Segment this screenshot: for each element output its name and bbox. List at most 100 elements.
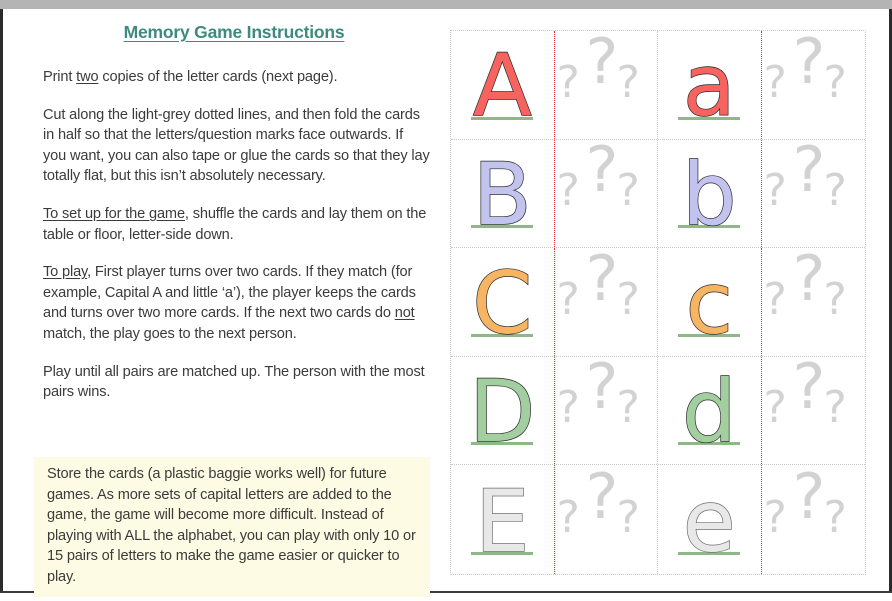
question-mark-cluster: ? ? ?	[762, 357, 866, 449]
card-back-capital[interactable]: ? ? ?	[555, 465, 658, 574]
instructions-column: Memory Game Instructions Print two copie…	[30, 22, 430, 597]
card-row: A ? ? ? a ? ? ?	[451, 31, 865, 140]
card-grid-cut-border: A ? ? ? a ? ? ? B ? ? ? b ? ? ? C ? ? ? …	[450, 30, 866, 575]
question-mark-icon-left: ?	[763, 165, 787, 217]
question-mark-cluster: ? ? ?	[555, 248, 658, 340]
capital-letter-glyph: E	[451, 465, 554, 574]
card-front-lowercase[interactable]: c	[658, 248, 762, 356]
question-mark-icon-right: ?	[616, 56, 640, 108]
card-front-capital[interactable]: B	[451, 139, 555, 248]
lowercase-letter-c: c	[685, 253, 734, 354]
page-edge-top	[0, 0, 892, 9]
capital-letter-E: E	[474, 471, 530, 572]
capital-letter-glyph: D	[451, 357, 554, 465]
card-row: C ? ? ? c ? ? ?	[451, 248, 865, 357]
lowercase-letter-a: a	[682, 36, 736, 137]
card-back-capital[interactable]: ? ? ?	[555, 248, 658, 356]
lowercase-letter-glyph: a	[658, 31, 761, 139]
question-mark-icon-left: ?	[763, 273, 787, 325]
lowercase-letter-glyph: e	[658, 465, 761, 574]
lowercase-letter-d: d	[681, 362, 737, 463]
question-mark-icon-left: ?	[556, 491, 580, 543]
capital-letter-glyph: B	[451, 140, 554, 248]
question-mark-icon-center: ?	[792, 31, 826, 98]
page-edge-left	[0, 9, 3, 594]
question-mark-cluster: ? ? ?	[555, 465, 658, 558]
question-mark-cluster: ? ? ?	[762, 465, 866, 558]
card-front-capital[interactable]: E	[451, 465, 555, 574]
card-front-capital[interactable]: C	[451, 248, 555, 356]
card-front-lowercase[interactable]: a	[658, 31, 762, 139]
capital-letter-glyph: A	[451, 31, 554, 139]
paragraph-4-body-b: match, the play goes to the next person.	[43, 325, 297, 342]
card-row: B ? ? ? b ? ? ?	[451, 139, 866, 249]
question-mark-icon-right: ?	[823, 165, 847, 217]
instruction-paragraph-3: To set up for the game, shuffle the card…	[30, 204, 430, 245]
question-mark-icon-center: ?	[585, 248, 619, 315]
letter-card-grid: A ? ? ? a ? ? ? B ? ? ? b ? ? ? C ? ? ? …	[450, 30, 866, 575]
lowercase-letter-e: e	[682, 471, 736, 572]
question-mark-icon-center: ?	[585, 465, 619, 533]
capital-letter-D: D	[468, 362, 536, 463]
question-mark-icon-left: ?	[763, 491, 787, 543]
question-mark-icon-right: ?	[823, 273, 847, 325]
paragraph-1-emphasis: two	[76, 69, 99, 85]
question-mark-icon-right: ?	[616, 273, 640, 325]
capital-letter-glyph: C	[451, 248, 554, 356]
question-mark-icon-left: ?	[763, 56, 787, 108]
card-back-capital[interactable]: ? ? ?	[555, 139, 658, 248]
question-mark-icon-left: ?	[556, 273, 580, 325]
question-mark-icon-center: ?	[792, 356, 826, 424]
question-mark-icon-center: ?	[585, 139, 619, 207]
question-mark-cluster: ? ? ?	[762, 140, 866, 232]
question-mark-icon-center: ?	[792, 139, 826, 207]
capital-letter-A: A	[472, 36, 532, 137]
card-back-capital[interactable]: ? ? ?	[555, 31, 658, 139]
question-mark-cluster: ? ? ?	[555, 31, 658, 123]
card-row: E ? ? ? e ? ? ?	[451, 465, 865, 574]
lowercase-letter-glyph: b	[658, 140, 761, 248]
question-mark-icon-left: ?	[556, 382, 580, 434]
card-front-lowercase[interactable]: e	[658, 465, 762, 574]
instruction-paragraph-5: Play until all pairs are matched up. The…	[43, 363, 425, 401]
question-mark-cluster: ? ? ?	[762, 248, 866, 340]
paragraph-1-part-b: copies of the letter cards (next page).	[98, 69, 338, 85]
instruction-paragraph-2: Cut along the light-grey dotted lines, a…	[43, 106, 430, 185]
question-mark-icon-center: ?	[792, 248, 826, 315]
card-back-lowercase[interactable]: ? ? ?	[762, 357, 866, 465]
question-mark-cluster: ? ? ?	[555, 357, 658, 449]
capital-letter-B: B	[472, 144, 532, 245]
lowercase-letter-glyph: c	[658, 248, 761, 356]
lowercase-letter-b: b	[681, 144, 737, 245]
question-mark-icon-right: ?	[823, 56, 847, 108]
question-mark-cluster: ? ? ?	[762, 31, 866, 123]
question-mark-icon-right: ?	[823, 491, 847, 543]
question-mark-icon-center: ?	[585, 356, 619, 424]
question-mark-icon-center: ?	[792, 465, 826, 533]
question-mark-icon-center: ?	[585, 31, 619, 98]
card-front-capital[interactable]: A	[451, 31, 555, 139]
page-title: Memory Game Instructions	[123, 22, 345, 42]
card-row: D ? ? ? d ? ? ?	[451, 356, 866, 466]
card-front-capital[interactable]: D	[451, 356, 555, 465]
card-back-lowercase[interactable]: ? ? ?	[762, 140, 866, 248]
question-mark-icon-right: ?	[616, 491, 640, 543]
question-mark-icon-right: ?	[616, 165, 640, 217]
card-back-lowercase[interactable]: ? ? ?	[762, 465, 866, 574]
card-front-lowercase[interactable]: b	[658, 139, 762, 248]
paragraph-4-emphasis: not	[394, 305, 415, 322]
paragraph-1-part-a: Print	[43, 69, 77, 85]
storage-note-box: Store the cards (a plastic baggie works …	[34, 457, 430, 597]
storage-note-text: Store the cards (a plastic baggie works …	[47, 466, 416, 585]
question-mark-icon-right: ?	[616, 382, 640, 434]
question-mark-icon-left: ?	[556, 56, 580, 108]
paragraph-3-heading: To set up for the game	[43, 205, 185, 222]
card-back-lowercase[interactable]: ? ? ?	[762, 31, 866, 139]
question-mark-icon-left: ?	[763, 382, 787, 434]
printable-worksheet-page: Memory Game Instructions Print two copie…	[0, 0, 892, 601]
card-front-lowercase[interactable]: d	[658, 356, 762, 465]
question-mark-icon-right: ?	[823, 382, 847, 434]
lowercase-letter-glyph: d	[658, 357, 761, 465]
card-back-lowercase[interactable]: ? ? ?	[762, 248, 866, 356]
card-back-capital[interactable]: ? ? ?	[555, 356, 658, 465]
